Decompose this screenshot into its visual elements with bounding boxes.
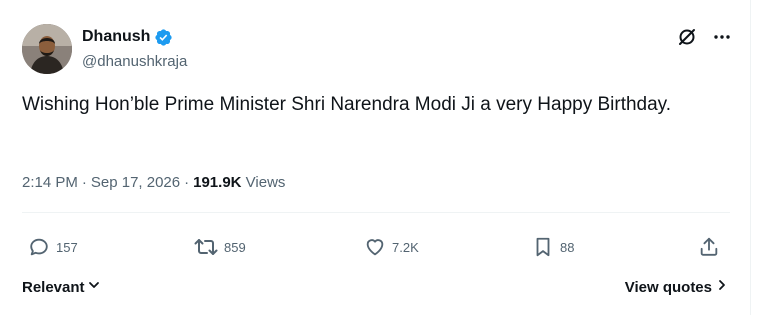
bookmark-button[interactable]: 88	[532, 228, 574, 266]
views-label: Views	[245, 174, 286, 191]
author-block: Dhanush @dhanushkraja	[82, 26, 187, 72]
action-bar: 157 859 7.2K 88	[22, 228, 730, 266]
tweet-date[interactable]: Sep 17, 2026	[91, 174, 180, 191]
ellipsis-icon[interactable]	[712, 27, 732, 47]
tweet-meta: 2:14 PM · Sep 17, 2026 · 191.9K Views	[22, 172, 285, 194]
author-name[interactable]: Dhanush	[82, 28, 150, 46]
like-button[interactable]: 7.2K	[364, 228, 419, 266]
heart-icon	[364, 236, 386, 258]
chevron-right-icon	[716, 278, 728, 296]
meta-separator: ·	[184, 174, 190, 191]
replies-bar: Relevant View quotes	[22, 274, 730, 300]
verified-badge-icon[interactable]	[154, 28, 173, 47]
author-handle[interactable]: @dhanushkraja	[82, 52, 187, 72]
name-row: Dhanush	[82, 26, 187, 48]
retweet-icon	[194, 236, 218, 258]
reply-button[interactable]: 157	[28, 228, 78, 266]
tweet-header: Dhanush @dhanushkraja	[22, 24, 732, 76]
bookmark-icon	[532, 236, 554, 258]
avatar-image	[22, 24, 72, 74]
tweet-time[interactable]: 2:14 PM	[22, 174, 78, 191]
sort-dropdown[interactable]: Relevant	[22, 274, 101, 300]
view-quotes-link[interactable]: View quotes	[625, 274, 728, 300]
column-border	[750, 0, 751, 315]
views-count[interactable]: 191.9K	[193, 174, 241, 191]
retweet-count: 859	[224, 239, 246, 255]
avatar[interactable]	[22, 24, 72, 74]
bookmark-count: 88	[560, 239, 575, 255]
retweet-button[interactable]: 859	[194, 228, 246, 266]
tweet-text: Wishing Hon’ble Prime Minister Shri Nare…	[22, 94, 672, 115]
reply-count: 157	[56, 239, 78, 255]
like-count: 7.2K	[392, 239, 419, 255]
sort-label: Relevant	[22, 278, 85, 296]
divider	[22, 212, 730, 213]
share-icon	[698, 236, 720, 258]
meta-separator: ·	[81, 174, 87, 191]
reply-icon	[28, 236, 50, 258]
view-quotes-label: View quotes	[624, 278, 712, 296]
chevron-down-icon	[87, 278, 101, 296]
top-actions	[676, 26, 732, 48]
share-button[interactable]	[698, 228, 720, 266]
circle-slash-icon[interactable]	[676, 26, 698, 48]
tweet-detail: Dhanush @dhanushkraja Wishing Hon’ble Pr…	[0, 0, 750, 315]
